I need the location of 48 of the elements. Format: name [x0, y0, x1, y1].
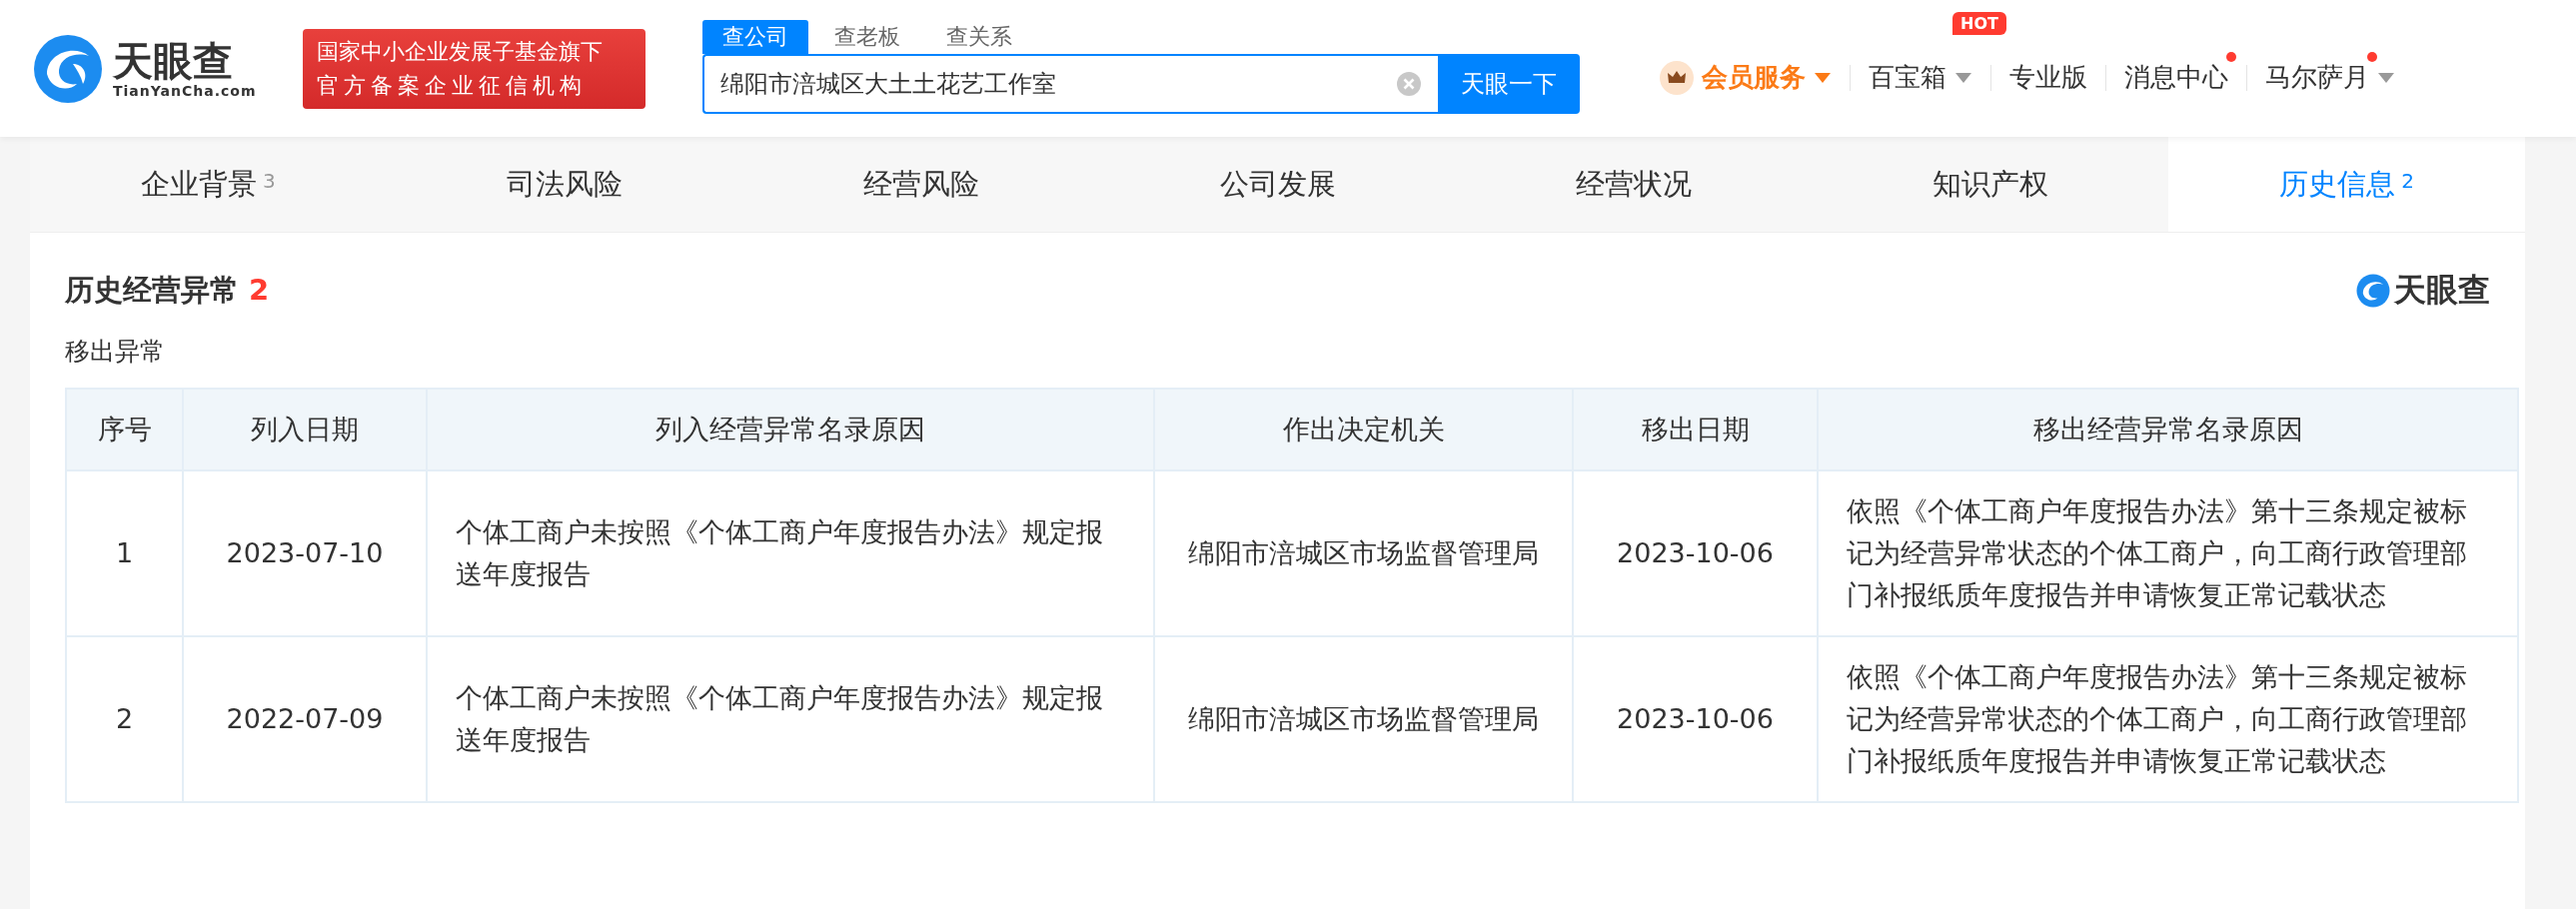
column-header: 移出经营异常名录原因 [1818, 389, 2518, 470]
column-header: 列入日期 [183, 389, 427, 470]
section-title: 历史经营异常 2 [65, 272, 270, 309]
hot-badge: HOT [1952, 12, 2006, 35]
logo-domain: TianYanCha.com [113, 82, 257, 99]
search-tab[interactable]: 查公司 [702, 19, 808, 54]
table-cell: 依照《个体工商户年度报告办法》第十三条规定被标记为经营异常状态的个体工商户，向工商行政管理部门补报纸质年度报告并申请恢复正常记载状态 [1818, 636, 2518, 802]
table-cell: 个体工商户未按照《个体工商户年度报告办法》规定报送年度报告 [427, 636, 1154, 802]
caret-icon[interactable] [1954, 71, 1972, 84]
caret-icon[interactable] [1814, 71, 1832, 84]
table-cell: 1 [66, 470, 183, 636]
nav-link[interactable]: 消息中心 [2124, 60, 2228, 95]
section-tab[interactable]: 公司发展 [1099, 137, 1456, 232]
search-tab[interactable]: 查关系 [926, 19, 1032, 54]
slogan-banner: 国家中小企业发展子基金旗下 官方备案企业征信机构 [303, 28, 645, 109]
table-cell: 绵阳市涪城区市场监督管理局 [1154, 470, 1573, 636]
table-cell: 依照《个体工商户年度报告办法》第十三条规定被标记为经营异常状态的个体工商户，向工商行政管理部门补报纸质年度报告并申请恢复正常记载状态 [1818, 470, 2518, 636]
caret-icon[interactable] [2377, 71, 2395, 84]
section-tab[interactable]: 历史信息 $^{2}$ [2168, 137, 2526, 232]
column-header: 作出决定机关 [1154, 389, 1573, 470]
logo-wordmark[interactable]: 天眼查 [113, 38, 257, 83]
section-tab[interactable]: 企业背景 $^{3}$ [30, 137, 387, 232]
table-cell: 2023-10-06 [1573, 470, 1818, 636]
table-cell: 2 [66, 636, 183, 802]
search-field[interactable]: 绵阳市涪城区大土土花艺工作室 [702, 53, 1438, 114]
clear-icon[interactable] [1396, 70, 1422, 97]
brand-wordmark: 天眼查 [2394, 270, 2490, 311]
search-button[interactable]: 天眼一下 [1438, 53, 1580, 114]
crown-icon [1660, 60, 1694, 95]
table-cell: 2022-07-09 [183, 636, 427, 802]
table-cell: 绵阳市涪城区市场监督管理局 [1154, 636, 1573, 802]
section-tab[interactable]: 经营风险 [742, 137, 1100, 232]
nav-link[interactable]: 马尔萨月 [2265, 60, 2369, 95]
section-tab[interactable]: 知识产权 [1812, 137, 2169, 232]
swirl-logo-icon[interactable] [33, 33, 103, 104]
column-header: 序号 [66, 389, 183, 470]
section-tab[interactable]: 经营状况 [1455, 137, 1813, 232]
column-header: 列入经营异常名录原因 [427, 389, 1154, 470]
nav-link[interactable]: 百宝箱 [1869, 60, 1946, 95]
section-tab[interactable]: 司法风险 [386, 137, 743, 232]
subsection-title: 移出异常 [65, 336, 166, 368]
table-cell: 个体工商户未按照《个体工商户年度报告办法》规定报送年度报告 [427, 470, 1154, 636]
nav-link[interactable]: 专业版 [2009, 60, 2087, 95]
table-cell: 2023-07-10 [183, 470, 427, 636]
swirl-logo-icon [2356, 274, 2390, 308]
search-tab[interactable]: 查老板 [814, 19, 920, 54]
column-header: 移出日期 [1573, 389, 1818, 470]
table-cell: 2023-10-06 [1573, 636, 1818, 802]
